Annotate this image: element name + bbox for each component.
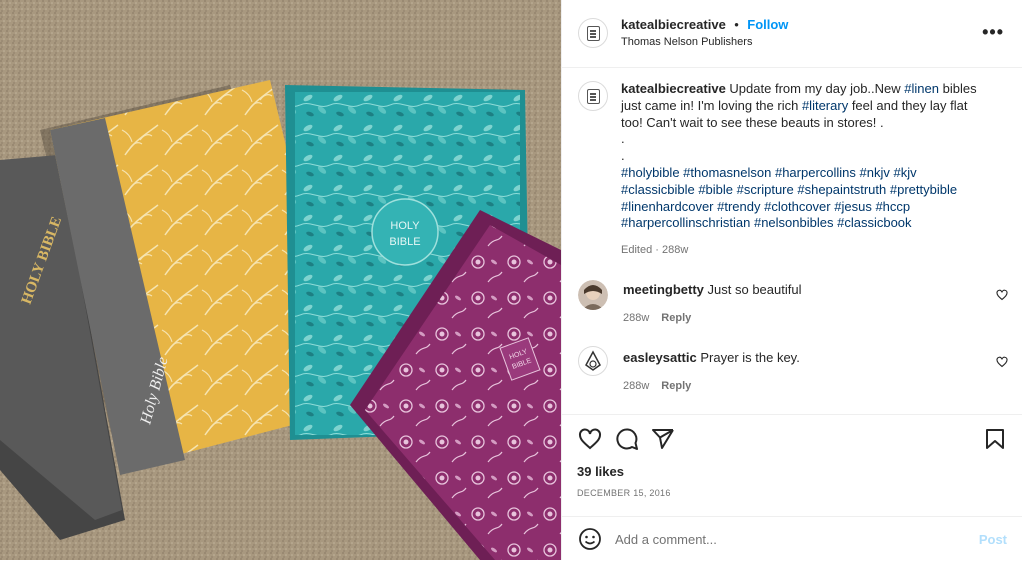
hashtag-link[interactable]: #prettybible [890,182,957,197]
author-avatar[interactable] [578,18,608,48]
hashtag-link[interactable]: #clothcover [764,199,830,214]
heart-icon[interactable] [578,427,602,451]
post-location[interactable]: Thomas Nelson Publishers [621,36,752,48]
hashtag-link[interactable]: #classicbible [621,182,695,197]
post-button[interactable]: Post [979,532,1007,547]
comment-like-icon[interactable] [996,289,1008,301]
comment-item: meetingbetty Just so beautiful 288w Reply [578,280,1008,330]
header-separator: • [734,17,739,32]
comment-icon[interactable] [615,427,639,451]
teal-bible-title-1: HOLY [390,220,420,232]
hashtag-link[interactable]: #harpercollins [775,165,856,180]
post-header: katealbiecreative • Follow Thomas Nelson… [562,0,1022,68]
comment-age[interactable]: 288w [623,312,649,324]
hashtag-link[interactable]: #classicbook [837,215,911,230]
hashtag-link[interactable]: #shepaintstruth [797,182,886,197]
comment-age[interactable]: 288w [623,380,649,392]
commenter-logo [585,350,601,371]
share-icon[interactable] [651,427,675,451]
follow-button[interactable]: Follow [747,17,788,32]
hashtag-link[interactable]: #nelsonbibles [754,215,834,230]
add-comment-bar: Add a comment... Post [562,516,1022,561]
hashtag-link[interactable]: #scripture [737,182,794,197]
commenter-avatar[interactable] [578,280,608,310]
comment-like-icon[interactable] [996,356,1008,368]
commenter-photo [578,280,608,310]
comment-username[interactable]: meetingbetty [623,282,704,297]
comment-text: Prayer is the key. [700,350,800,365]
comment-input[interactable]: Add a comment... [615,532,717,547]
caption-dot: . [621,131,625,147]
likes-count[interactable]: 39 likes [577,464,624,479]
post-modal: HOLY BIBLE Holy Bible HOLY BIBLE HOLY BI… [0,0,1022,560]
commenter-avatar[interactable] [578,346,608,376]
hashtag-link[interactable]: #bible [698,182,733,197]
hashtag-link[interactable]: #jesus [834,199,872,214]
hashtag-link[interactable]: #hccp [875,199,910,214]
author-username[interactable]: katealbiecreative [621,17,726,32]
post-date[interactable]: DECEMBER 15, 2016 [577,488,671,498]
hashtag-link[interactable]: #holybible [621,165,680,180]
caption-username[interactable]: katealbiecreative [621,81,726,96]
hashtag-link[interactable]: #literary [802,98,848,113]
post-sidebar: katealbiecreative • Follow Thomas Nelson… [561,0,1022,560]
hashtag-link[interactable]: #thomasnelson [683,165,771,180]
caption-author-avatar[interactable] [578,81,608,111]
bookmark-icon[interactable] [983,427,1007,451]
post-photo[interactable]: HOLY BIBLE Holy Bible HOLY BIBLE HOLY BI… [0,0,561,560]
caption-segment: Update from my day job..New [729,81,905,96]
hashtag-link[interactable]: #trendy [717,199,760,214]
hashtag-link[interactable]: #kjv [894,165,917,180]
teal-bible-medallion [371,198,439,266]
comment-item: easleysattic Prayer is the key. 288w Repl… [578,346,1008,396]
hashtag-link[interactable]: #linen [904,81,939,96]
reply-button[interactable]: Reply [661,380,691,392]
hashtag-link[interactable]: #linenhardcover [621,199,714,214]
more-options-icon[interactable]: ••• [982,22,1004,43]
comment-text: Just so beautiful [707,282,802,297]
edited-timestamp: Edited · 288w [621,244,689,256]
caption-dot: . [621,148,625,164]
reply-button[interactable]: Reply [661,312,691,324]
comment-username[interactable]: easleysattic [623,350,697,365]
hashtag-link[interactable]: #nkjv [860,165,890,180]
caption-hashtags: #holybible #thomasnelson #harpercollins … [621,165,981,232]
teal-bible-title-2: BIBLE [389,236,420,248]
bibles-photo: HOLY BIBLE Holy Bible HOLY BIBLE HOLY BI… [0,0,561,560]
hashtag-link[interactable]: #harpercollinschristian [621,215,750,230]
emoji-icon[interactable] [578,527,602,551]
post-caption: katealbiecreative Update from my day job… [621,81,981,232]
